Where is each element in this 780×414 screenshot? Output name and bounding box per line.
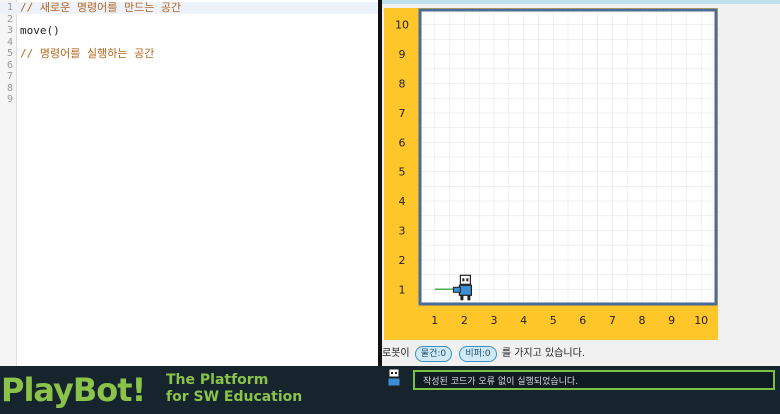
line-number: 2 — [6, 13, 13, 25]
y-axis-label: 3 — [399, 225, 406, 238]
x-axis-label: 2 — [461, 314, 468, 327]
inventory-status: 로봇이 물건:0 비퍼:0 를 가지고 있습니다. — [382, 344, 780, 364]
footer-bar: PlayBot! The Platform for SW Education 작… — [0, 366, 780, 414]
line-number: 1 — [6, 2, 13, 13]
brand-tagline: The Platform for SW Education — [166, 372, 302, 406]
y-axis-label: 1 — [399, 283, 406, 296]
y-axis-label: 7 — [399, 107, 406, 120]
code-editor[interactable]: 1 // 새로운 명령어를 만드는 공간 2 3 move() 4 5 // 명령어를 실행하… — [0, 0, 378, 366]
line-number: 5 — [6, 48, 13, 59]
x-axis-label: 3 — [491, 314, 498, 327]
line-number: 8 — [6, 82, 13, 94]
y-axis-label: 5 — [399, 166, 406, 179]
x-axis-label: 6 — [579, 314, 586, 327]
x-axis-label: 9 — [668, 314, 675, 327]
line-number: 3 — [6, 25, 13, 36]
brand-logo: PlayBot! — [1, 371, 146, 409]
code-line[interactable]: 3 move() — [0, 25, 378, 37]
code-text[interactable]: move() — [20, 25, 60, 37]
x-axis-label: 1 — [431, 314, 438, 327]
robot-mascot-icon — [387, 369, 401, 390]
line-number: 4 — [6, 36, 13, 48]
y-axis-label: 10 — [395, 19, 409, 32]
tagline-line-2: for SW Education — [166, 389, 303, 405]
robot-board: 1 2 3 4 5 6 7 8 9 10 1 2 3 4 5 6 7 8 9 10 — [384, 8, 718, 340]
x-axis-label: 10 — [694, 314, 708, 327]
items-badge: 물건:0 — [414, 346, 453, 362]
console-output: 작성된 코드가 오류 없이 실행되었습니다. — [413, 370, 775, 390]
y-axis-label: 6 — [399, 136, 406, 149]
code-line[interactable]: 5 // 명령어를 실행하는 공간 — [0, 48, 378, 60]
tagline-line-1: The Platform — [166, 372, 269, 388]
code-line[interactable]: 1 // 새로운 명령어를 만드는 공간 — [0, 2, 378, 14]
status-prefix: 로봇이 — [382, 348, 410, 359]
line-number: 7 — [6, 71, 13, 82]
code-line[interactable]: 9 — [0, 94, 378, 106]
x-axis-label: 5 — [550, 314, 557, 327]
x-axis-label: 4 — [520, 314, 527, 327]
status-suffix: 를 가지고 있습니다. — [501, 348, 585, 359]
y-axis-label: 9 — [399, 48, 406, 61]
x-axis-label: 7 — [609, 314, 616, 327]
line-number: 6 — [6, 59, 13, 71]
beepers-badge: 비퍼:0 — [459, 346, 497, 362]
code-line[interactable]: 8 — [0, 83, 378, 95]
code-comment[interactable]: // 명령어를 실행하는 공간 — [20, 48, 154, 60]
y-axis-label: 8 — [399, 78, 406, 91]
x-axis-label: 8 — [639, 314, 646, 327]
y-axis-label: 4 — [399, 195, 406, 208]
line-number: 9 — [6, 94, 13, 105]
code-line[interactable]: 7 — [0, 71, 378, 83]
simulation-panel: 1 2 3 4 5 6 7 8 9 10 1 2 3 4 5 6 7 8 9 10 로봇이 물건:0 비퍼:0 를 가… — [382, 0, 780, 366]
code-line[interactable]: 6 — [0, 60, 378, 72]
board-canvas: 1 2 3 4 5 6 7 8 9 10 1 2 3 4 5 6 7 8 9 10 — [395, 8, 718, 327]
code-comment[interactable]: // 새로운 명령어를 만드는 공간 — [20, 2, 181, 14]
panel-top-strip — [382, 0, 780, 4]
y-axis-label: 2 — [399, 254, 406, 267]
